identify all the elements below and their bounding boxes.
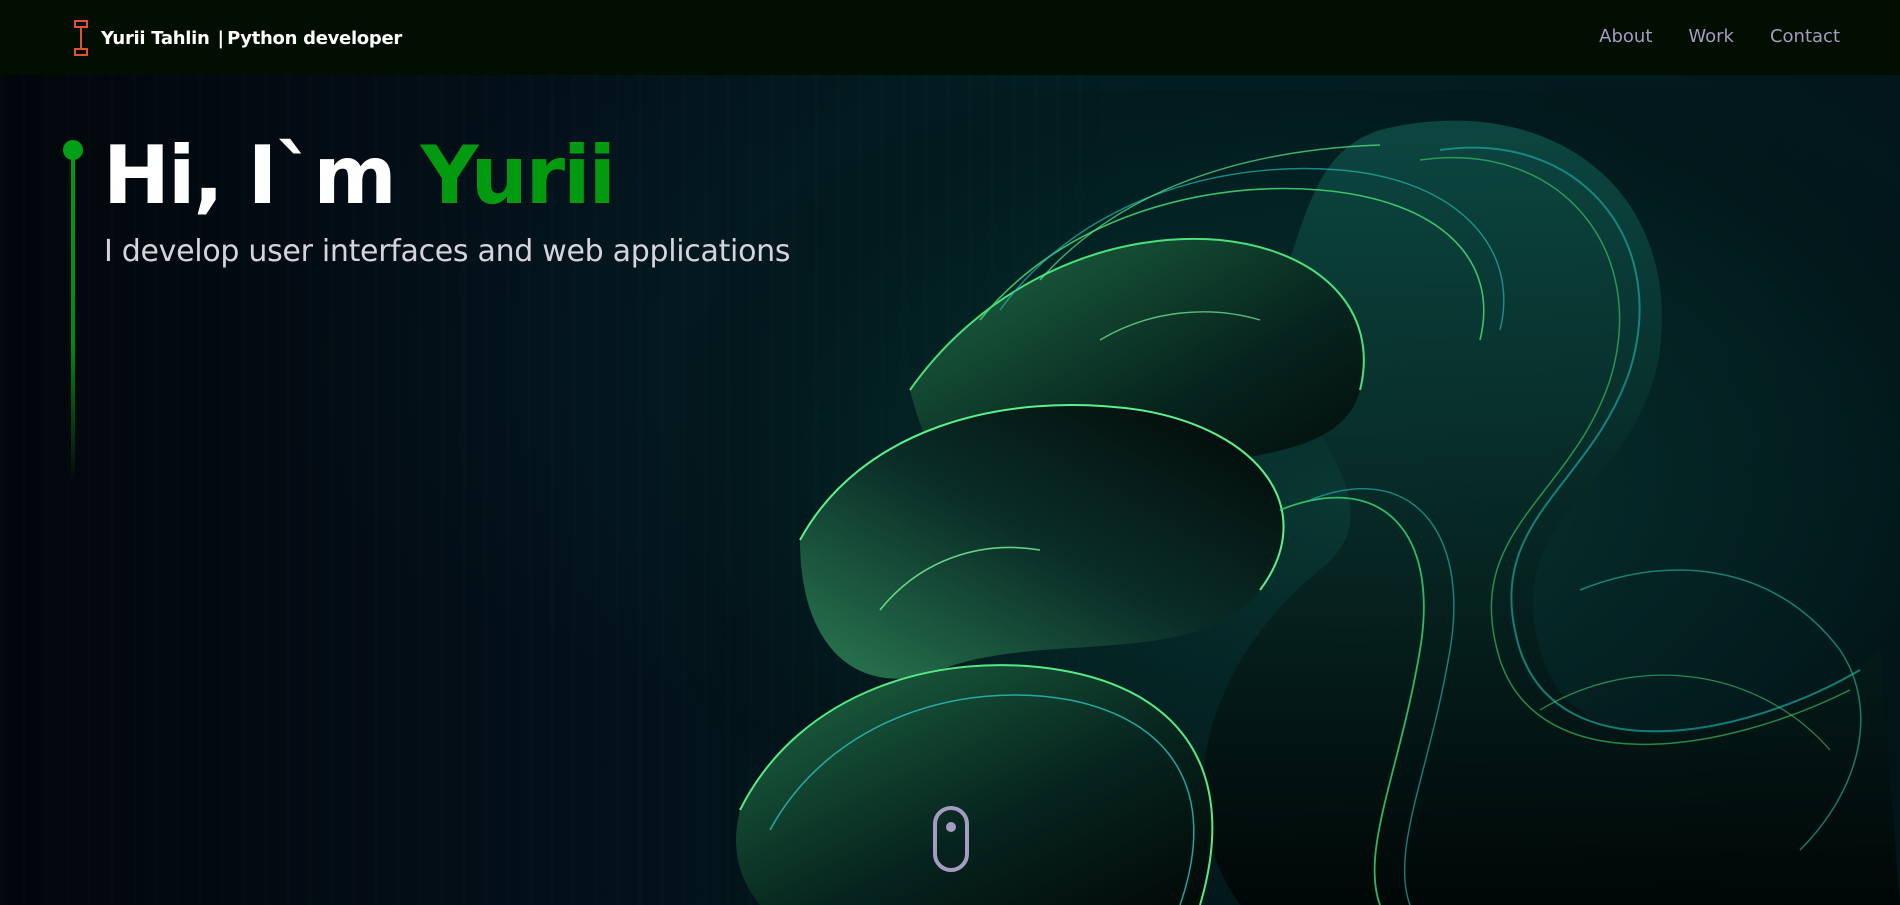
nav-link-contact[interactable]: Contact xyxy=(1770,26,1840,47)
hero-greeting: Hi, I`m xyxy=(103,129,421,222)
brand[interactable]: Yurii Tahlin | Python developer xyxy=(74,20,402,56)
abstract-ribbon-artwork xyxy=(680,90,1900,905)
brand-separator: | xyxy=(217,27,225,49)
brand-role: Python developer xyxy=(227,27,402,49)
top-navbar: Yurii Tahlin | Python developer About Wo… xyxy=(0,0,1900,75)
nav-link-work[interactable]: Work xyxy=(1688,26,1734,47)
hero-name: Yurii xyxy=(420,129,616,222)
brand-name: Yurii Tahlin xyxy=(101,27,210,49)
hero-accent-line xyxy=(71,142,75,482)
hero-title: Hi, I`m Yurii xyxy=(103,126,616,226)
hero-subtitle: I develop user interfaces and web applic… xyxy=(104,234,791,269)
hero-accent-dot xyxy=(63,140,83,160)
page: Yurii Tahlin | Python developer About Wo… xyxy=(0,0,1900,905)
cursor-i-beam-icon xyxy=(74,20,88,56)
nav-links: About Work Contact xyxy=(1563,26,1840,47)
nav-link-about[interactable]: About xyxy=(1599,26,1652,47)
mouse-scroll-icon[interactable] xyxy=(932,805,972,873)
